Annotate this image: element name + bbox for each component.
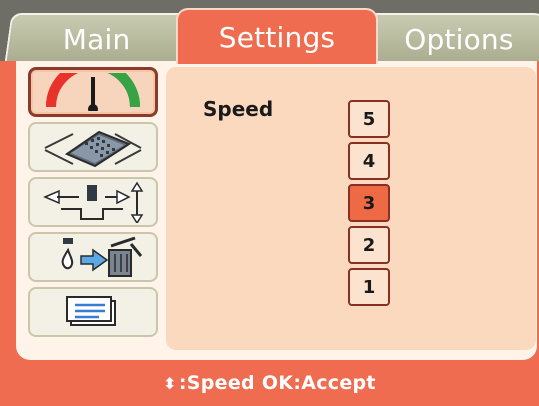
menu-item-speed[interactable] — [28, 67, 158, 117]
speed-option-5[interactable]: 5 — [348, 100, 390, 138]
settings-body: Speed 5 4 3 2 1 — [0, 61, 539, 360]
tab-settings[interactable]: Settings — [176, 8, 378, 64]
speed-option-4[interactable]: 4 — [348, 142, 390, 180]
speed-option-3[interactable]: 3 — [348, 184, 390, 222]
tab-settings-label: Settings — [218, 20, 336, 54]
tab-options-label: Options — [404, 22, 514, 56]
tab-main-label: Main — [63, 22, 131, 56]
status-bar: ⬍ :Speed OK:Accept — [0, 360, 539, 406]
tab-bar: Main Options Settings — [0, 0, 539, 64]
layers-icon — [66, 296, 116, 326]
status-hint-text: :Speed OK:Accept — [178, 372, 376, 394]
settings-body-inner: Speed 5 4 3 2 1 — [16, 61, 537, 360]
up-down-arrows-icon: ⬍ — [163, 373, 177, 393]
tab-options[interactable]: Options — [366, 13, 539, 63]
device-screen: Main Options Settings Speed 5 4 3 2 1 ⬍ … — [0, 0, 539, 406]
speed-label: Speed — [203, 97, 274, 121]
tab-main[interactable]: Main — [4, 13, 190, 63]
menu-item-waste[interactable] — [28, 232, 158, 282]
settings-menu — [28, 67, 160, 342]
speedometer-icon — [45, 73, 141, 111]
speed-option-1[interactable]: 1 — [348, 268, 390, 306]
menu-item-transfer[interactable] — [28, 177, 158, 227]
menu-item-tray[interactable] — [28, 122, 158, 172]
speed-panel: Speed 5 4 3 2 1 — [166, 67, 536, 350]
punch-transfer-icon — [43, 181, 144, 223]
speed-option-2[interactable]: 2 — [348, 226, 390, 264]
speed-options: 5 4 3 2 1 — [348, 100, 392, 310]
drop-to-waste-bin-icon — [61, 236, 143, 277]
keypad-tray-icon — [44, 130, 142, 168]
menu-item-layers[interactable] — [28, 287, 158, 337]
